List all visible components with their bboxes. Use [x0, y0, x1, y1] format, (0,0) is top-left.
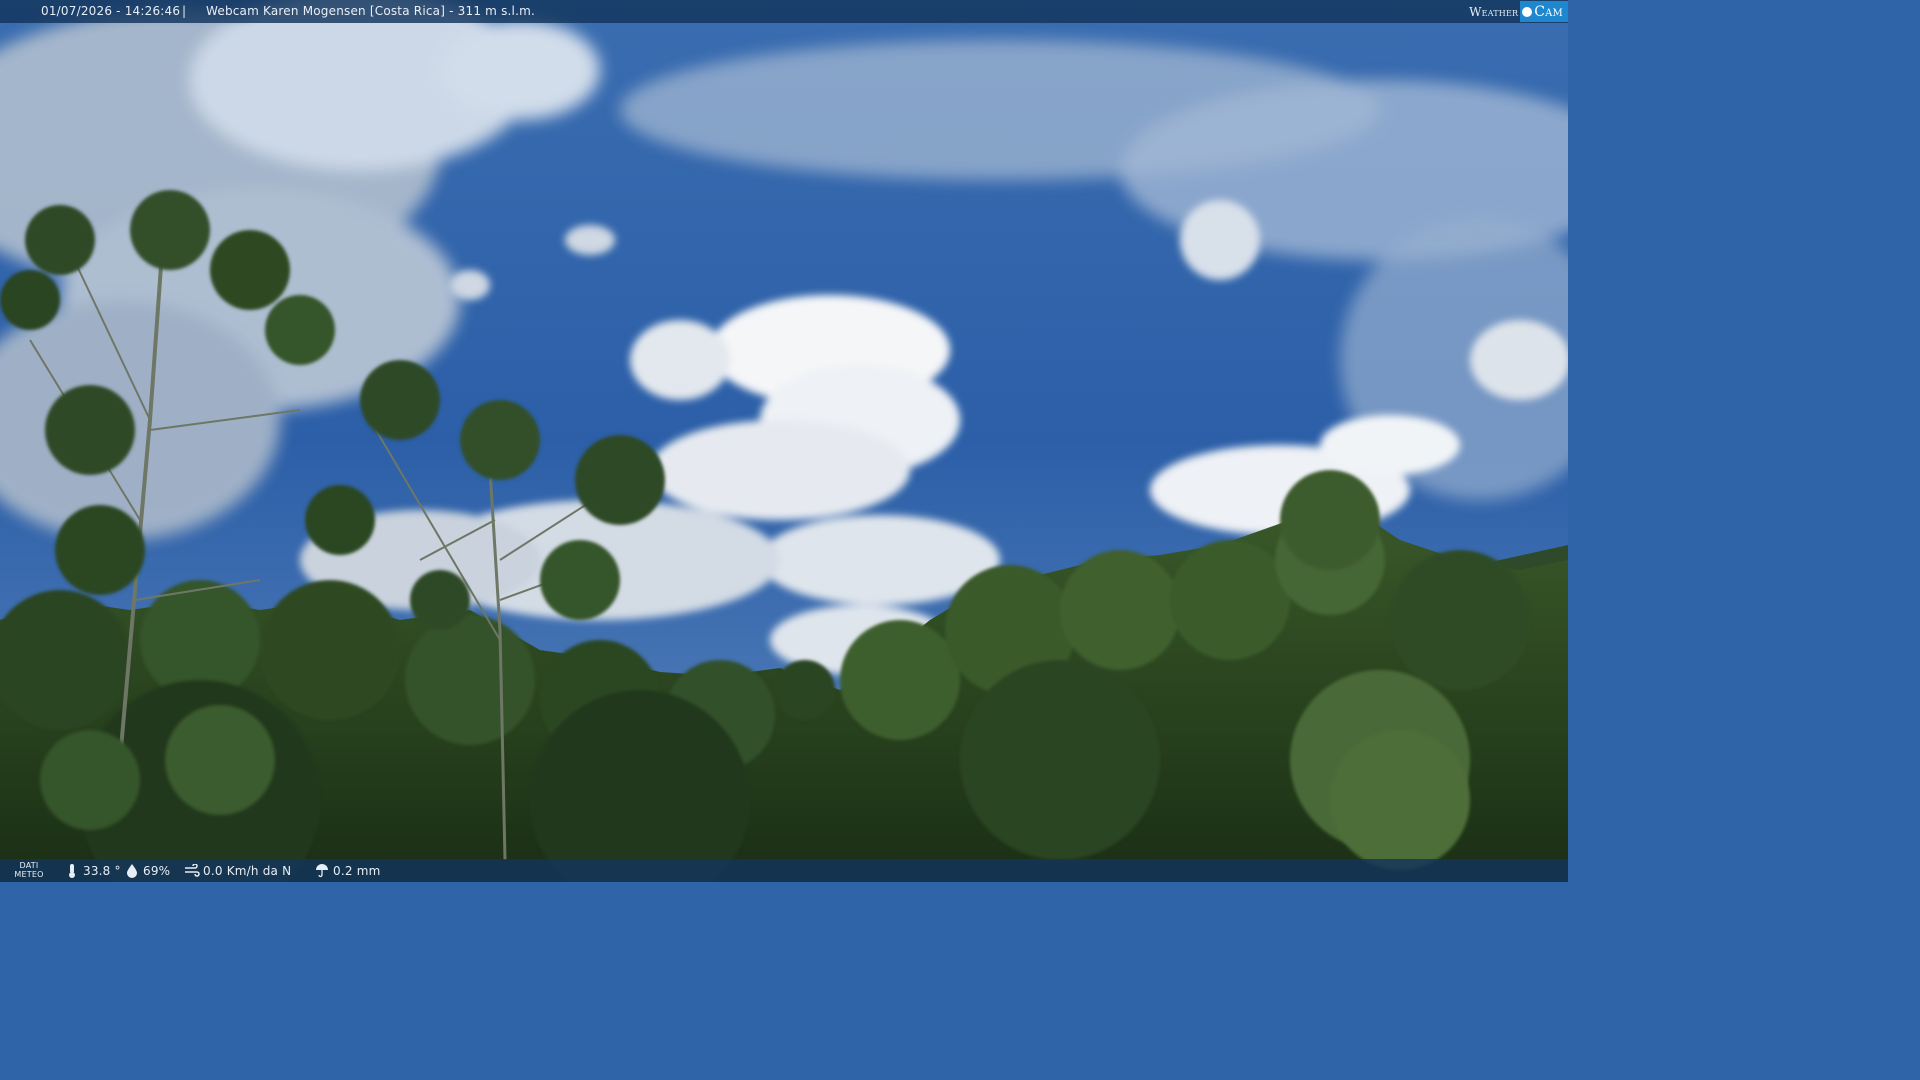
- wind-readout: 0.0 Km/h da N: [184, 864, 291, 878]
- logo-cam-box: Cam: [1520, 1, 1568, 22]
- weathercam-logo: Weather Cam: [1469, 0, 1568, 23]
- weather-data-label: DATI METEO: [12, 861, 46, 879]
- title-separator: |: [182, 4, 187, 18]
- logo-weather-text: Weather: [1469, 4, 1519, 19]
- webcam-scene: [0, 0, 1568, 882]
- temperature-value: 33.8 °: [83, 864, 121, 878]
- logo-dot-icon: [1522, 6, 1533, 17]
- camera-title: Webcam Karen Mogensen [Costa Rica] - 311…: [206, 4, 535, 18]
- thermometer-icon: [69, 864, 75, 878]
- humidity-value: 69%: [143, 864, 171, 878]
- temperature-readout: 33.8 °: [64, 864, 121, 878]
- weather-data-bar: DATI METEO 33.8 ° 69% 0.0 Km/h da N 0.2 …: [0, 859, 1568, 882]
- rain-value: 0.2 mm: [333, 864, 381, 878]
- humidity-readout: 69%: [124, 864, 170, 878]
- top-info-bar: 01/07/2026 - 14:26:46 | Webcam Karen Mog…: [0, 0, 1568, 23]
- rain-icon: [316, 864, 328, 878]
- wind-value: 0.0 Km/h da N: [203, 864, 292, 878]
- weather-label-line1: DATI: [19, 861, 39, 870]
- weather-label-line2: METEO: [14, 870, 44, 879]
- timestamp: 01/07/2026 - 14:26:46: [41, 4, 181, 18]
- logo-cam-text: Cam: [1534, 3, 1563, 20]
- wind-icon: [185, 864, 200, 877]
- humidity-drop-icon: [127, 864, 137, 878]
- rain-readout: 0.2 mm: [314, 864, 380, 878]
